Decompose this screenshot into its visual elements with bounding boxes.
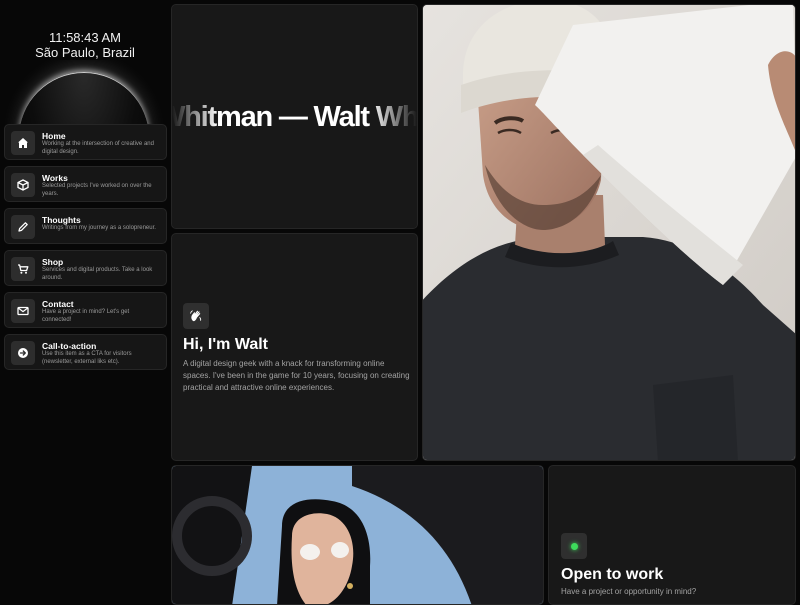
clock-time: 11:58:43 AM: [48, 30, 122, 45]
clock-location: São Paulo, Brazil: [35, 45, 135, 60]
globe-graphic: [0, 60, 170, 130]
globe-arc: [19, 72, 149, 130]
sidebar-item-title: Thoughts: [42, 215, 81, 225]
intro-title: Hi, I'm Walt: [183, 336, 268, 353]
portrait-illustration: [423, 5, 795, 460]
open-to-work-card[interactable]: Open to work Have a project or opportuni…: [548, 465, 796, 605]
arrow-right-icon: [11, 341, 35, 365]
home-icon: [11, 131, 35, 155]
clock-widget: 11:58:43 AM São Paulo, Brazil: [0, 30, 170, 60]
status-dot-icon: [561, 533, 587, 559]
sidebar-item-desc: Writings from my journey as a solopreneu…: [42, 225, 156, 231]
sidebar-nav: Home Working at the intersection of crea…: [4, 124, 167, 376]
sidebar-item-contact[interactable]: Contact Have a project in mind? Let's ge…: [4, 292, 167, 328]
sidebar-item-desc: Services and digital products. Take a lo…: [42, 267, 153, 281]
sidebar-item-title: Home: [42, 131, 66, 141]
marquee-fade-right: [371, 5, 417, 228]
open-to-work-title: Open to work: [561, 566, 664, 583]
sidebar-item-desc: Working at the intersection of creative …: [42, 141, 154, 155]
studio-photo: [171, 465, 544, 605]
pencil-icon: [11, 215, 35, 239]
sidebar-item-works[interactable]: Works Selected projects I've worked on o…: [4, 166, 167, 202]
sidebar-item-title: Contact: [42, 299, 74, 309]
waving-hand-icon: [183, 303, 209, 329]
sidebar-item-title: Shop: [42, 257, 64, 267]
sidebar-item-title: Call-to-action: [42, 341, 97, 351]
sidebar-item-shop[interactable]: Shop Services and digital products. Take…: [4, 250, 167, 286]
intro-card: Hi, I'm Walt A digital design geek with …: [171, 233, 418, 461]
sidebar-item-title: Works: [42, 173, 68, 183]
sidebar-item-home[interactable]: Home Working at the intersection of crea…: [4, 124, 167, 160]
sidebar-item-thoughts[interactable]: Thoughts Writings from my journey as a s…: [4, 208, 167, 244]
mail-icon: [11, 299, 35, 323]
name-marquee-card: Whitman — Walt Whitman — Walt Whitman: [171, 4, 418, 229]
sidebar-item-desc: Use this item as a CTA for visitors (new…: [42, 351, 132, 365]
open-to-work-text: Have a project or opportunity in mind?: [561, 587, 697, 596]
portrait-photo: [422, 4, 796, 461]
sidebar-item-call-to-action[interactable]: Call-to-action Use this item as a CTA fo…: [4, 334, 167, 370]
status-dot: [570, 542, 578, 550]
cart-icon: [11, 257, 35, 281]
studio-illustration: [172, 466, 543, 604]
sidebar-item-desc: Have a project in mind? Let's get connec…: [42, 309, 130, 323]
marquee-fade-left: [172, 5, 218, 228]
sidebar-item-desc: Selected projects I've worked on over th…: [42, 183, 152, 197]
intro-text: A digital design geek with a knack for t…: [183, 359, 410, 392]
cube-icon: [11, 173, 35, 197]
